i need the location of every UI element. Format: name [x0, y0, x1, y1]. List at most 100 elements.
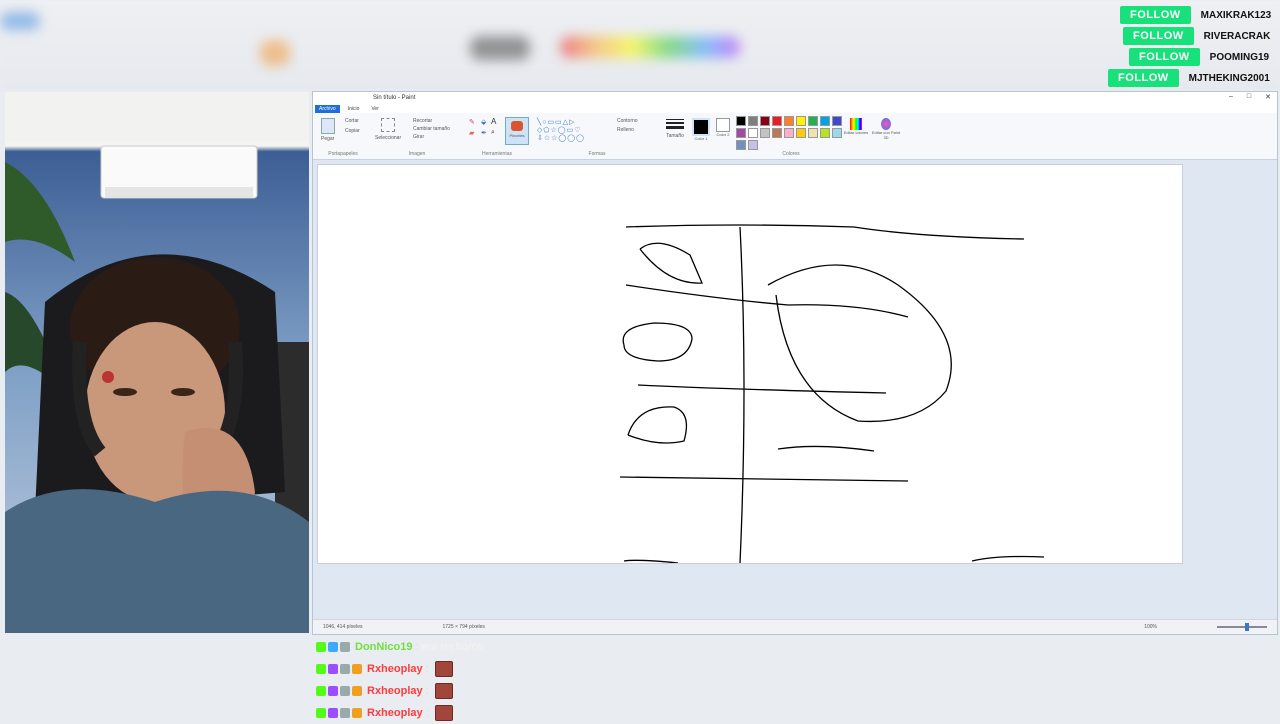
sub-badge-icon	[340, 686, 350, 696]
picker-icon[interactable]: ✒	[481, 129, 487, 137]
shapes-gallery[interactable]: ╲○▭▭△▷ ◇⬠☆◯▭♡ ⇩☆☆◯◯◯	[537, 118, 585, 142]
kick-badge-icon	[316, 642, 326, 652]
color-swatch[interactable]	[808, 116, 818, 126]
cut-label[interactable]: Cortar	[345, 118, 359, 124]
color-swatch[interactable]	[784, 116, 794, 126]
copy-label[interactable]: Copiar	[345, 128, 360, 134]
color-swatch[interactable]	[736, 128, 746, 138]
status-bar: 1046, 414 píxeles 1725 × 794 píxeles 100…	[313, 619, 1277, 634]
select-icon[interactable]	[381, 118, 395, 132]
stroke-shape	[639, 242, 703, 284]
pencil-icon[interactable]: ✎	[469, 118, 475, 126]
brushes-button[interactable]: Pinceles	[505, 117, 529, 145]
magnifier-icon[interactable]: ⌕	[491, 129, 495, 137]
ribbon-tabs: Archivo Inicio Ver	[313, 104, 1277, 113]
tab-file[interactable]: Archivo	[315, 104, 340, 113]
maximize-icon[interactable]: □	[1247, 93, 1251, 101]
follow-alert: FOLLOW MAXIKRAK123	[1120, 6, 1271, 24]
color-swatch[interactable]	[808, 128, 818, 138]
eraser-icon[interactable]: ▰	[469, 129, 474, 137]
stroke-shape	[767, 264, 952, 423]
window-controls: – □ ✕	[1229, 93, 1271, 101]
paint3d-icon	[881, 118, 891, 130]
stroke-line	[619, 476, 909, 482]
zoom-slider[interactable]	[1217, 623, 1267, 631]
resize-label[interactable]: Cambiar tamaño	[413, 126, 450, 132]
color-swatch[interactable]	[748, 140, 758, 150]
follow-button[interactable]: FOLLOW	[1108, 69, 1179, 87]
kick-badge-icon	[316, 686, 326, 696]
chat-message: Rxheoplay :	[316, 680, 916, 702]
color-swatch[interactable]	[748, 128, 758, 138]
crop-label[interactable]: Recortar	[413, 118, 432, 124]
group-clipboard: Pegar Cortar Copiar Portapapeles	[317, 115, 369, 157]
tab-home[interactable]: Inicio	[344, 105, 364, 113]
edit-colors-button[interactable]: Editar colores	[843, 115, 869, 157]
verified-badge-icon	[328, 642, 338, 652]
tab-view[interactable]: Ver	[367, 105, 383, 113]
color-swatch[interactable]	[760, 128, 770, 138]
zoom-slider-thumb[interactable]	[1245, 623, 1249, 631]
stroke-line	[777, 445, 875, 452]
color-palette	[735, 115, 847, 151]
paste-icon[interactable]	[321, 118, 335, 134]
follow-button[interactable]: FOLLOW	[1123, 27, 1194, 45]
paste-label[interactable]: Pegar	[321, 136, 334, 142]
color-swatch[interactable]	[736, 116, 746, 126]
color-swatch[interactable]	[748, 116, 758, 126]
color-swatch[interactable]	[820, 116, 830, 126]
stroke-line	[971, 555, 1045, 562]
fill-icon[interactable]: ⬙	[481, 118, 486, 126]
color-swatch[interactable]	[796, 116, 806, 126]
color-swatch[interactable]	[736, 140, 746, 150]
emote-icon	[434, 661, 453, 677]
stroke-line	[739, 226, 745, 564]
color1-swatch	[692, 118, 710, 136]
chat-username[interactable]: Rxheoplay	[367, 707, 423, 719]
color-swatch[interactable]	[772, 128, 782, 138]
color2-selector[interactable]: Color 2	[713, 115, 733, 157]
drawing-canvas[interactable]	[317, 164, 1183, 564]
emote-icon	[434, 683, 453, 699]
stroke-line	[637, 384, 887, 394]
color-swatch[interactable]	[784, 128, 794, 138]
size-icon	[666, 119, 684, 129]
fill-label[interactable]: Relleno	[617, 127, 634, 133]
stroke-line	[623, 559, 679, 564]
follow-button[interactable]: FOLLOW	[1120, 6, 1191, 24]
rotate-label[interactable]: Girar	[413, 134, 424, 140]
cursor-position: 1046, 414 píxeles	[323, 624, 363, 630]
minimize-icon[interactable]: –	[1229, 93, 1233, 101]
outline-label[interactable]: Contorno	[617, 118, 638, 124]
chat-username[interactable]: Rxheoplay	[367, 663, 423, 675]
color-swatch[interactable]	[832, 128, 842, 138]
stroke-shape	[622, 322, 693, 362]
crown-badge-icon	[352, 664, 362, 674]
chat-username[interactable]: Rxheoplay	[367, 685, 423, 697]
close-icon[interactable]: ✕	[1265, 93, 1271, 101]
chat-username[interactable]: DonNico19	[355, 641, 412, 653]
select-label[interactable]: Seleccionar	[375, 135, 401, 141]
paint3d-label: Editar con Paint 3D	[871, 130, 901, 140]
color-swatch[interactable]	[760, 116, 770, 126]
group-colors: Colores	[735, 115, 847, 157]
color-swatch[interactable]	[772, 116, 782, 126]
crown-badge-icon	[352, 708, 362, 718]
kick-badge-icon	[316, 664, 326, 674]
text-tool-icon[interactable]: A	[491, 117, 496, 126]
gem-badge-icon	[328, 686, 338, 696]
follower-name: MAXIKRAK123	[1200, 9, 1272, 21]
gem-badge-icon	[328, 708, 338, 718]
color-swatch[interactable]	[820, 128, 830, 138]
follow-alert: FOLLOW MJTHEKING2001	[1108, 69, 1270, 87]
color-swatch[interactable]	[832, 116, 842, 126]
chat-message: Rxheoplay :	[316, 702, 916, 724]
color-swatch[interactable]	[796, 128, 806, 138]
paint3d-button[interactable]: Editar con Paint 3D	[871, 115, 901, 157]
size-tool[interactable]: Tamaño	[661, 115, 689, 157]
canvas-size: 1725 × 794 píxeles	[442, 624, 485, 630]
sub-badge-icon	[340, 664, 350, 674]
color1-selector[interactable]: Color 1	[691, 115, 711, 157]
follow-button[interactable]: FOLLOW	[1129, 48, 1200, 66]
follower-name: POOMING19	[1209, 51, 1270, 63]
